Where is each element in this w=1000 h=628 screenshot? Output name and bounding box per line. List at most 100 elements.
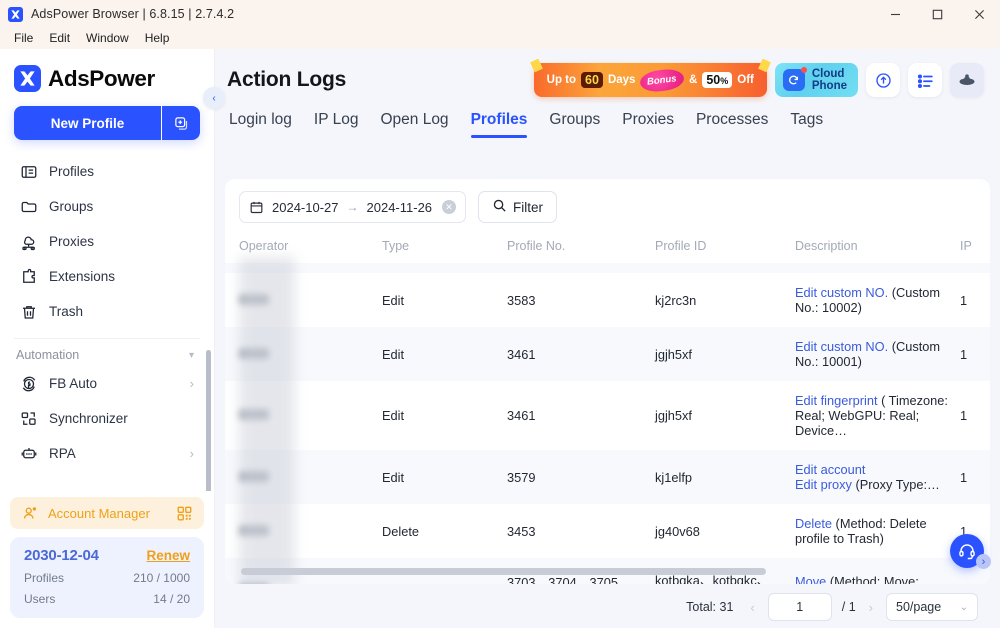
table-row[interactable]: Edit 3579 kj1elfp Edit account Edit prox… (225, 450, 990, 504)
license-expiry-date: 2030-12-04 (24, 547, 99, 564)
next-page-button[interactable]: › (866, 600, 876, 615)
clear-date-icon[interactable]: ✕ (442, 200, 456, 214)
close-button[interactable] (958, 0, 1000, 28)
sidebar-item-profiles[interactable]: Profiles (10, 154, 204, 189)
sidebar-item-fb-auto[interactable]: FB Auto › (10, 366, 204, 401)
description-link[interactable]: Edit fingerprint (795, 393, 878, 408)
description-link[interactable]: Edit account (795, 462, 865, 477)
table-row[interactable]: Edit 3461 jgjh5xf Edit custom NO. (Custo… (225, 327, 990, 381)
menu-file[interactable]: File (7, 29, 40, 47)
avatar-icon[interactable] (950, 63, 984, 97)
description-link-2[interactable]: Edit proxy (795, 477, 852, 492)
sync-icon[interactable] (866, 63, 900, 97)
sidebar-collapse-button[interactable]: ‹ (203, 87, 225, 109)
tab-login-log[interactable]: Login log (229, 111, 292, 138)
sidebar-item-rpa[interactable]: RPA › (10, 436, 204, 471)
promo-days-label: Days (608, 74, 636, 86)
description-link[interactable]: Delete (795, 516, 832, 531)
date-start[interactable]: 2024-10-27 (272, 200, 339, 215)
groups-icon (20, 198, 38, 216)
sidebar-item-proxies[interactable]: Proxies (10, 224, 204, 259)
table-horizontal-scrollbar[interactable] (241, 568, 766, 575)
date-end[interactable]: 2024-11-26 (367, 200, 433, 215)
cell-profile-no: 3579 (507, 450, 655, 504)
menu-window[interactable]: Window (79, 29, 136, 47)
filter-button[interactable]: Filter (478, 191, 557, 223)
new-profile-button[interactable]: New Profile (14, 106, 161, 140)
chevron-right-icon: › (190, 447, 194, 460)
support-button[interactable] (950, 534, 984, 568)
list-icon[interactable] (908, 63, 942, 97)
cell-ip: 1 (960, 327, 990, 381)
table-header-row: Operator Type Profile No. Profile ID Des… (225, 231, 990, 263)
tab-ip-log[interactable]: IP Log (314, 111, 359, 138)
tab-open-log[interactable]: Open Log (380, 111, 448, 138)
description-text: (Proxy Type:… (852, 477, 940, 492)
table-row[interactable]: Edit 3461 jgjh5xf Edit fingerprint ( Tim… (225, 381, 990, 450)
tab-tags[interactable]: Tags (790, 111, 823, 138)
column-header-description[interactable]: Description (795, 231, 960, 263)
column-header-type[interactable]: Type (382, 231, 507, 263)
account-manager-label: Account Manager (48, 506, 150, 521)
cloud-phone-icon (783, 69, 805, 91)
synchronizer-icon (20, 410, 38, 428)
promo-prefix: Up to (547, 74, 576, 86)
minimize-button[interactable] (874, 0, 916, 28)
license-row-label: Users (24, 592, 55, 606)
license-top: 2030-12-04 Renew (24, 547, 190, 564)
search-icon (492, 198, 507, 216)
renew-link[interactable]: Renew (146, 548, 190, 563)
cell-description: Edit custom NO. (Custom No.: 10002) (795, 273, 960, 327)
promo-banner[interactable]: Up to 60 Days Bonus & 50% Off (534, 63, 767, 97)
cloud-phone-button[interactable]: CloudPhone (775, 63, 858, 97)
menu-edit[interactable]: Edit (42, 29, 77, 47)
column-header-profile-no[interactable]: Profile No. (507, 231, 655, 263)
page-number-input[interactable]: 1 (768, 593, 832, 621)
column-header-profile-id[interactable]: Profile ID (655, 231, 795, 263)
sidebar-group-automation[interactable]: Automation ▾ (0, 344, 214, 366)
sidebar-item-trash[interactable]: Trash (10, 294, 204, 329)
tab-profiles[interactable]: Profiles (471, 111, 528, 138)
calendar-icon (249, 200, 264, 215)
table-row[interactable]: Delete 3453 jg40v68 Delete (Method: Dele… (225, 504, 990, 558)
column-header-ip[interactable]: IP (960, 231, 990, 263)
cell-description: Edit fingerprint ( Timezone: Real; WebGP… (795, 381, 960, 450)
sidebar-item-groups[interactable]: Groups (10, 189, 204, 224)
pagination-bar: Total: 31 ‹ 1 / 1 › 50/page ⌄ (225, 586, 990, 628)
sidebar-item-label: Trash (49, 304, 83, 319)
window-titlebar: AdsPower Browser | 6.8.15 | 2.7.4.2 (0, 0, 1000, 28)
proxies-icon (20, 233, 38, 251)
chevron-down-icon: ▾ (189, 350, 194, 361)
promo-tag-left-icon (530, 59, 543, 73)
brand: AdsPower (0, 49, 214, 106)
fb-auto-icon (20, 375, 38, 393)
maximize-button[interactable] (916, 0, 958, 28)
account-manager-button[interactable]: Account Manager (10, 497, 204, 529)
main-content: Action Logs Up to 60 Days Bonus & 50% Of… (215, 49, 1000, 628)
page-size-select[interactable]: 50/page ⌄ (886, 593, 978, 621)
sidebar-item-extensions[interactable]: Extensions (10, 259, 204, 294)
tab-groups[interactable]: Groups (549, 111, 600, 138)
sidebar-item-label: FB Auto (49, 376, 97, 391)
cell-profile-no: 3461 (507, 327, 655, 381)
sidebar-scrollbar[interactable] (206, 350, 211, 491)
prev-page-button[interactable]: ‹ (747, 600, 757, 615)
cell-profile-id: kj1elfp (655, 450, 795, 504)
license-row-profiles: Profiles 210 / 1000 (24, 571, 190, 585)
cell-type: Edit (382, 381, 507, 450)
date-range-picker[interactable]: 2024-10-27 → 2024-11-26 ✕ (239, 191, 466, 223)
sidebar-item-synchronizer[interactable]: Synchronizer (10, 401, 204, 436)
description-link[interactable]: Edit custom NO. (795, 285, 888, 300)
cell-profile-no: 3453 (507, 504, 655, 558)
description-link[interactable]: Edit custom NO. (795, 339, 888, 354)
cell-profile-id: jg40v68 (655, 504, 795, 558)
promo-tag-right-icon (758, 59, 771, 73)
tab-processes[interactable]: Processes (696, 111, 768, 138)
tab-proxies[interactable]: Proxies (622, 111, 674, 138)
cell-description: Move (Method: Move; Group: text) (795, 558, 960, 584)
table-row[interactable]: Edit 3583 kj2rc3n Edit custom NO. (Custo… (225, 273, 990, 327)
menu-help[interactable]: Help (138, 29, 177, 47)
new-profile-batch-button[interactable] (162, 106, 200, 140)
description-link[interactable]: Move (795, 574, 826, 584)
cloud-phone-label: CloudPhone (812, 68, 847, 92)
